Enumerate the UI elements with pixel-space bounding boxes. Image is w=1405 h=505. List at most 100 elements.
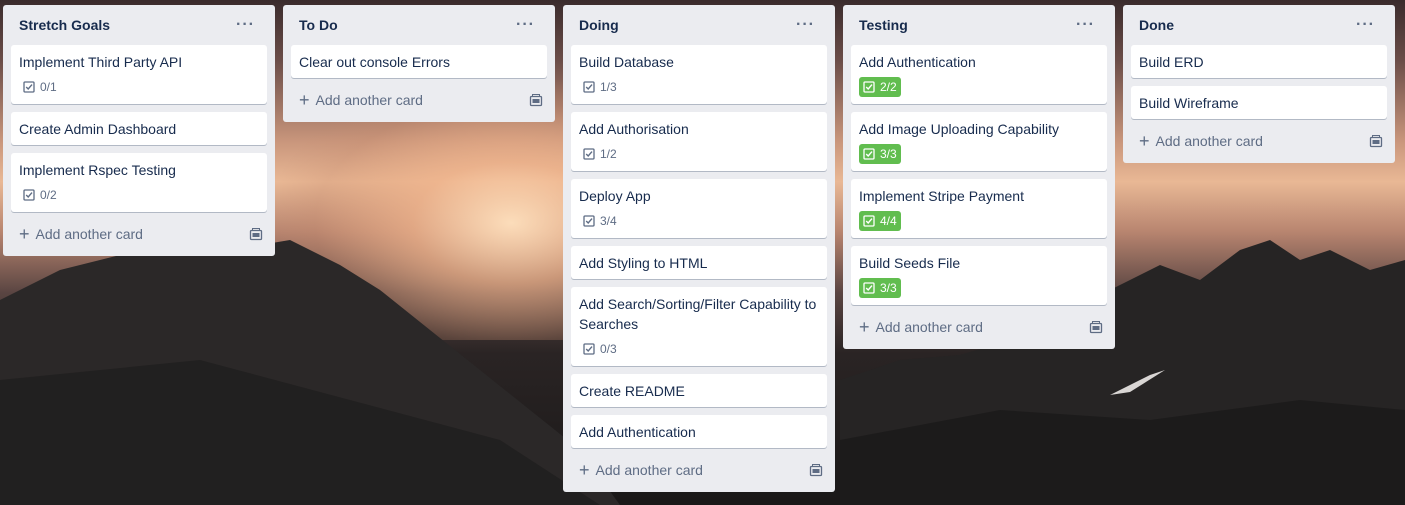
- card[interactable]: Add Authentication: [571, 415, 827, 448]
- more-horizontal-icon[interactable]: ···: [512, 17, 539, 33]
- card-badges: 3/3: [859, 143, 1099, 165]
- checklist-badge: 1/3: [579, 77, 621, 97]
- card-badges: 0/3: [579, 338, 819, 360]
- checklist-badge-complete: 4/4: [859, 211, 901, 231]
- list-title[interactable]: To Do: [299, 17, 338, 33]
- checklist-badge: 0/1: [19, 77, 61, 97]
- plus-icon: +: [859, 317, 870, 337]
- card-badges: 2/2: [859, 76, 1099, 98]
- card[interactable]: Implement Rspec Testing 0/2: [11, 153, 267, 212]
- checkbox-icon: [23, 189, 35, 201]
- card-title: Build Seeds File: [859, 255, 961, 271]
- add-card-button[interactable]: + Add another card: [571, 456, 827, 484]
- add-card-label: Add another card: [875, 319, 983, 335]
- checkbox-icon: [583, 148, 595, 160]
- card[interactable]: Clear out console Errors: [291, 45, 547, 78]
- add-card-label: Add another card: [595, 462, 703, 478]
- checkbox-icon: [583, 215, 595, 227]
- more-horizontal-icon[interactable]: ···: [232, 17, 259, 33]
- checkbox-icon: [863, 282, 875, 294]
- add-card-button[interactable]: + Add another card: [291, 86, 547, 114]
- checklist-count: 1/3: [600, 80, 617, 94]
- checkbox-icon: [863, 215, 875, 227]
- list-stretch-goals: Stretch Goals ··· Implement Third Party …: [3, 5, 275, 256]
- card[interactable]: Add Search/Sorting/Filter Capability to …: [571, 287, 827, 366]
- checklist-badge-complete: 3/3: [859, 144, 901, 164]
- checklist-count: 4/4: [880, 214, 897, 228]
- checkbox-icon: [583, 343, 595, 355]
- checkbox-icon: [863, 148, 875, 160]
- checklist-count: 2/2: [880, 80, 897, 94]
- checklist-badge-complete: 2/2: [859, 77, 901, 97]
- card-title: Build Wireframe: [1139, 95, 1239, 111]
- list-header: Stretch Goals ···: [11, 5, 267, 45]
- card-template-icon[interactable]: [1369, 134, 1383, 148]
- card[interactable]: Add Authorisation 1/2: [571, 112, 827, 171]
- checklist-count: 3/4: [600, 214, 617, 228]
- list-title[interactable]: Stretch Goals: [19, 17, 110, 33]
- plus-icon: +: [299, 90, 310, 110]
- checklist-badge: 0/2: [19, 185, 61, 205]
- card[interactable]: Add Styling to HTML: [571, 246, 827, 279]
- checklist-badge: 0/3: [579, 339, 621, 359]
- list-header: Done ···: [1131, 5, 1387, 45]
- add-card-button[interactable]: + Add another card: [1131, 127, 1387, 155]
- card-title: Add Authentication: [859, 54, 976, 70]
- card[interactable]: Deploy App 3/4: [571, 179, 827, 238]
- add-card-label: Add another card: [315, 92, 423, 108]
- card-title: Implement Rspec Testing: [19, 162, 176, 178]
- add-card-button[interactable]: + Add another card: [851, 313, 1107, 341]
- card[interactable]: Build Wireframe: [1131, 86, 1387, 119]
- card-badges: 1/3: [579, 76, 819, 98]
- board: Stretch Goals ··· Implement Third Party …: [0, 0, 1405, 505]
- checkbox-icon: [583, 81, 595, 93]
- more-horizontal-icon[interactable]: ···: [792, 17, 819, 33]
- add-card-button[interactable]: + Add another card: [11, 220, 267, 248]
- plus-icon: +: [19, 224, 30, 244]
- list-title[interactable]: Testing: [859, 17, 908, 33]
- card-title: Create Admin Dashboard: [19, 121, 177, 137]
- more-horizontal-icon[interactable]: ···: [1072, 17, 1099, 33]
- list-done: Done ··· Build ERD Build Wireframe + Add …: [1123, 5, 1395, 163]
- checklist-count: 3/3: [880, 281, 897, 295]
- card-title: Build ERD: [1139, 54, 1204, 70]
- checklist-count: 0/3: [600, 342, 617, 356]
- more-horizontal-icon[interactable]: ···: [1352, 17, 1379, 33]
- checklist-badge: 3/4: [579, 211, 621, 231]
- card-badges: 0/2: [19, 184, 259, 206]
- card[interactable]: Build ERD: [1131, 45, 1387, 78]
- card[interactable]: Add Authentication 2/2: [851, 45, 1107, 104]
- checklist-badge-complete: 3/3: [859, 278, 901, 298]
- card-template-icon[interactable]: [529, 93, 543, 107]
- card[interactable]: Implement Stripe Payment 4/4: [851, 179, 1107, 238]
- card-badges: 4/4: [859, 210, 1099, 232]
- checklist-count: 1/2: [600, 147, 617, 161]
- list-title[interactable]: Done: [1139, 17, 1174, 33]
- card-badges: 3/4: [579, 210, 819, 232]
- card-template-icon[interactable]: [809, 463, 823, 477]
- checklist-count: 0/1: [40, 80, 57, 94]
- list-header: To Do ···: [291, 5, 547, 45]
- card-template-icon[interactable]: [1089, 320, 1103, 334]
- card[interactable]: Create Admin Dashboard: [11, 112, 267, 145]
- list-title[interactable]: Doing: [579, 17, 619, 33]
- card-title: Add Authorisation: [579, 121, 689, 137]
- list-to-do: To Do ··· Clear out console Errors + Add …: [283, 5, 555, 122]
- card-title: Implement Third Party API: [19, 54, 183, 70]
- card-title: Clear out console Errors: [299, 54, 450, 70]
- checklist-count: 0/2: [40, 188, 57, 202]
- card[interactable]: Build Database 1/3: [571, 45, 827, 104]
- list-header: Doing ···: [571, 5, 827, 45]
- card-template-icon[interactable]: [249, 227, 263, 241]
- card-title: Add Styling to HTML: [579, 255, 708, 271]
- card-title: Build Database: [579, 54, 674, 70]
- list-header: Testing ···: [851, 5, 1107, 45]
- card[interactable]: Create README: [571, 374, 827, 407]
- card[interactable]: Implement Third Party API 0/1: [11, 45, 267, 104]
- card-badges: 1/2: [579, 143, 819, 165]
- card[interactable]: Build Seeds File 3/3: [851, 246, 1107, 305]
- card-title: Deploy App: [579, 188, 651, 204]
- checkbox-icon: [863, 81, 875, 93]
- card[interactable]: Add Image Uploading Capability 3/3: [851, 112, 1107, 171]
- card-title: Add Image Uploading Capability: [859, 121, 1060, 137]
